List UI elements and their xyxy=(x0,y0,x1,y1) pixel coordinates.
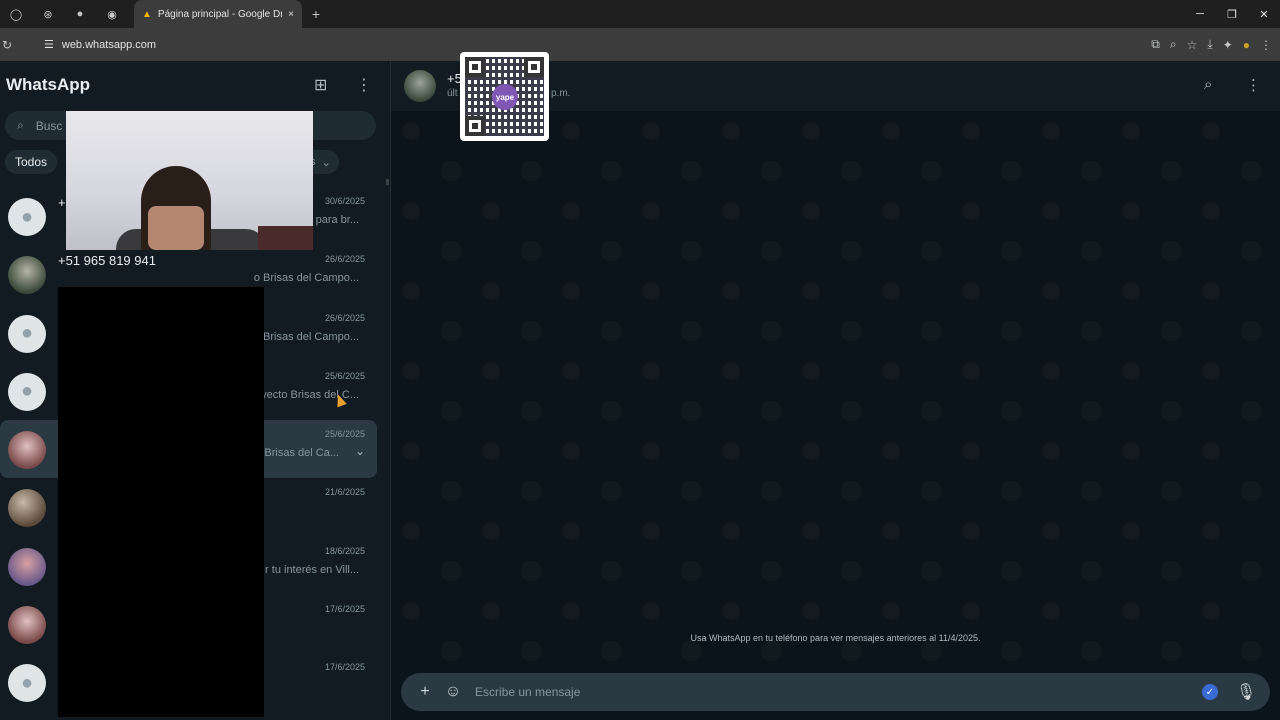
chat-date: 17/6/2025 xyxy=(324,662,365,673)
browser-menu-icon[interactable]: ⋮ xyxy=(1260,38,1272,52)
avatar[interactable]: ● xyxy=(8,198,46,236)
chat-date: 25/6/2025 xyxy=(324,370,365,381)
chat-date: 21/6/2025 xyxy=(324,487,365,498)
app-title: WhatsApp xyxy=(6,75,91,94)
tab-title: Página principal - Google Drive xyxy=(157,8,283,20)
qr-finder xyxy=(465,116,485,136)
qr-finder xyxy=(524,57,544,77)
last-seen-suffix: p.m. xyxy=(551,88,571,99)
sidebar-header: WhatsApp ⊞ ⋮ xyxy=(0,61,390,111)
avatar[interactable] xyxy=(8,606,46,645)
webcam-chair xyxy=(258,226,313,250)
reload-icon[interactable]: ↻ xyxy=(2,38,16,52)
tab-favicon-icon[interactable]: ◉ xyxy=(96,0,128,28)
avatar[interactable]: ● xyxy=(8,664,46,703)
bookmark-star-icon[interactable]: ☆ xyxy=(1187,38,1198,52)
chat-name: +51 965 819 941 xyxy=(58,253,156,269)
yape-logo: yape xyxy=(492,84,518,110)
search-icon[interactable]: ⌕ xyxy=(1204,76,1212,93)
site-info-icon[interactable]: ☰ xyxy=(44,38,54,51)
last-seen-prefix: últ xyxy=(447,88,458,99)
chat-preview: o Brisas del Ca... xyxy=(255,447,339,460)
scrollbar[interactable] xyxy=(386,179,389,185)
chat-date: 30/6/2025 xyxy=(324,196,365,206)
default-person-icon: ● xyxy=(20,380,34,403)
tab-favicon-icon[interactable]: ● xyxy=(64,0,96,28)
avatar[interactable] xyxy=(8,256,46,295)
tab-favicon-icon[interactable]: ◯ xyxy=(0,0,32,28)
minimize-button[interactable]: ─ xyxy=(1184,0,1216,28)
conversation-panel: +5 últ p.m. ⌕ ⋮ Usa WhatsApp en tu teléf… xyxy=(391,61,1280,720)
zoom-icon[interactable]: ⌕ xyxy=(1170,37,1177,52)
filter-chip-all[interactable]: Todos xyxy=(5,150,58,174)
contact-avatar[interactable] xyxy=(404,70,436,102)
address-bar: ↻ ☰ web.whatsapp.com ⧉ ⌕ ☆ ⤓ ✦ ● ⋮ xyxy=(0,28,1280,61)
qr-finder xyxy=(465,57,485,77)
search-icon: ⌕ xyxy=(17,118,24,132)
chat-date: 26/6/2025 xyxy=(324,254,365,265)
qr-code: yape xyxy=(465,57,544,136)
message-input[interactable] xyxy=(467,685,1202,699)
chat-date: 17/6/2025 xyxy=(324,604,365,615)
extensions-puzzle-icon[interactable]: ✦ xyxy=(1223,38,1233,52)
sticker-icon[interactable]: ☺ xyxy=(439,683,467,701)
extension-icon[interactable]: ⤓ xyxy=(1207,37,1212,52)
microphone-icon[interactable]: 🎙 xyxy=(1232,682,1260,702)
toolbar-icons: ⧉ ⌕ ☆ ⤓ ✦ ● ⋮ xyxy=(1151,28,1272,61)
browser-tab-bar: ◯ ⊛ ● ◉ ▲ Página principal - Google Driv… xyxy=(0,0,1280,28)
chat-preview: o para br... xyxy=(306,214,359,226)
chat-date: 18/6/2025 xyxy=(324,545,365,556)
profile-icon[interactable]: ● xyxy=(1243,38,1250,52)
chat-preview: r tu interés en Vill... xyxy=(265,563,359,576)
menu-icon[interactable]: ⋮ xyxy=(1246,76,1261,94)
chevron-down-icon[interactable]: ⌄ xyxy=(355,444,365,458)
avatar[interactable] xyxy=(8,489,46,528)
history-notice: Usa WhatsApp en tu teléfono para ver men… xyxy=(690,633,981,643)
chevron-down-icon: ⌄ xyxy=(321,156,331,169)
webcam-overlay xyxy=(66,111,313,250)
close-window-button[interactable]: ✕ xyxy=(1248,0,1280,28)
url-text: web.whatsapp.com xyxy=(61,38,157,51)
default-person-icon: ● xyxy=(20,671,34,694)
chat-preview: o Brisas del Campo... xyxy=(253,330,359,343)
menu-icon[interactable]: ⋮ xyxy=(356,75,372,95)
verified-badge-icon: ✓ xyxy=(1202,684,1218,700)
chat-date: 26/6/2025 xyxy=(324,312,365,323)
avatar[interactable] xyxy=(8,431,46,470)
default-person-icon: ● xyxy=(20,205,34,228)
new-tab-button[interactable]: + xyxy=(302,6,330,22)
url-field[interactable]: ☰ web.whatsapp.com xyxy=(28,33,1088,57)
install-app-icon[interactable]: ⧉ xyxy=(1151,37,1160,52)
tab-close-icon[interactable]: × xyxy=(288,9,294,20)
filter-chips: Todos xyxy=(5,150,58,174)
tab-favicon-icon[interactable]: ⊛ xyxy=(32,0,64,28)
chat-date: 25/6/2025 xyxy=(324,429,365,440)
search-placeholder: Busc xyxy=(35,118,63,133)
redaction-box xyxy=(58,287,264,717)
chat-preview: o Brisas del Campo... xyxy=(253,272,359,285)
webcam-person-face xyxy=(148,206,204,250)
message-composer: + ☺ ✓ 🎙 xyxy=(401,673,1270,711)
attach-plus-icon[interactable]: + xyxy=(411,683,439,701)
avatar[interactable]: ● xyxy=(8,314,46,353)
default-person-icon: ● xyxy=(20,322,34,345)
active-tab[interactable]: ▲ Página principal - Google Drive × xyxy=(134,0,302,28)
qr-code-overlay: yape xyxy=(460,52,549,141)
chat-wallpaper xyxy=(391,111,1280,670)
restore-button[interactable]: ❐ xyxy=(1216,0,1248,28)
chat-name: + xyxy=(58,195,66,210)
avatar[interactable] xyxy=(8,547,46,586)
avatar[interactable]: ● xyxy=(8,372,46,411)
window-controls: ─ ❐ ✕ xyxy=(1184,0,1280,28)
drive-icon: ▲ xyxy=(142,8,152,20)
new-chat-icon[interactable]: ⊞ xyxy=(314,75,327,95)
